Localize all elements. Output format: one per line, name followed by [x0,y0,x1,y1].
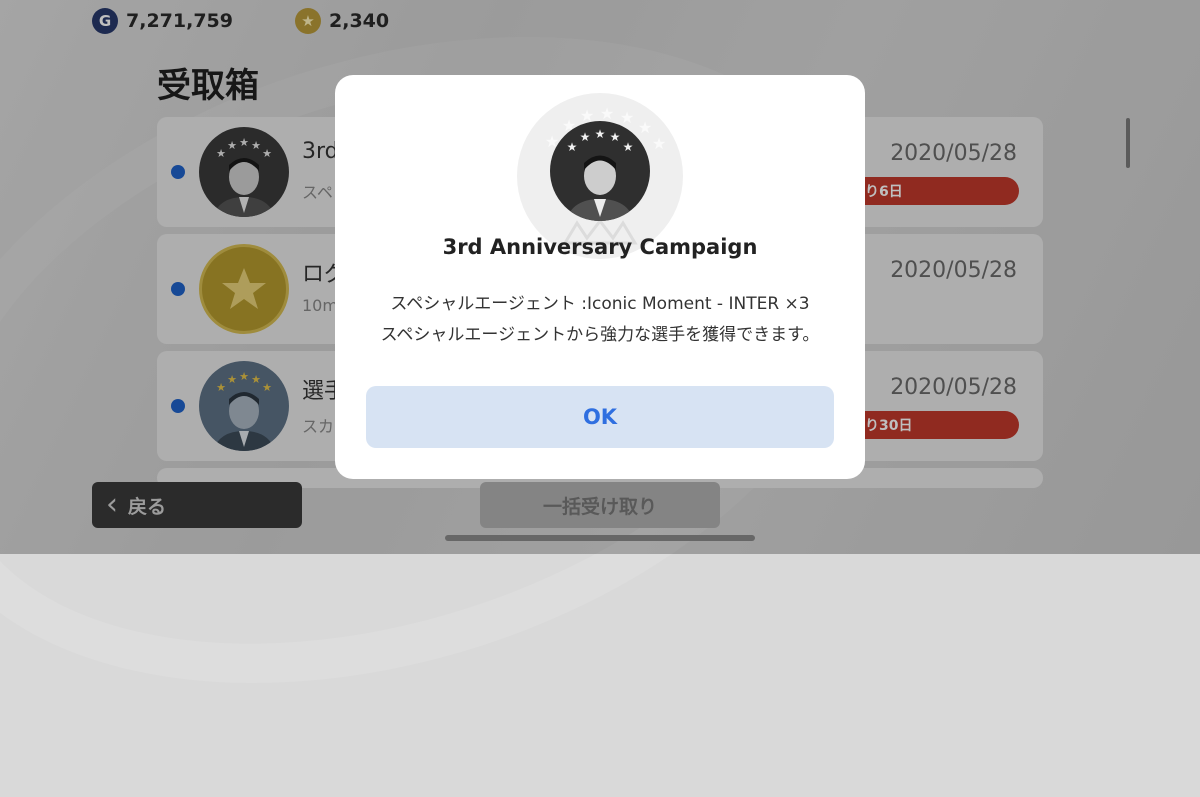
dialog-message-line: スペシャルエージェントから強力な選手を獲得できます。 [380,325,820,345]
svg-text:★: ★ [623,140,634,154]
svg-text:★: ★ [620,108,634,127]
player-portrait-icon: ★ ★ ★ ★ ★ [550,121,650,221]
svg-text:★: ★ [652,134,666,153]
dialog-title: 3rd Anniversary Campaign [442,235,758,259]
svg-text:★: ★ [567,140,578,154]
ok-button-label: OK [582,405,618,429]
ok-button[interactable]: OK [366,386,834,448]
svg-text:★: ★ [610,130,621,144]
reward-dialog: ★ ★ ★ ★ ★ ★ ★ ★ ★ ★ ★ ★ 3rd Anniversary Campaign ス… [335,75,865,479]
svg-text:★: ★ [595,127,606,141]
svg-text:★: ★ [580,130,591,144]
svg-text:★: ★ [638,118,652,137]
dialog-message-line: スペシャルエージェント :Iconic Moment - INTER ×3 [390,294,810,314]
dialog-message: スペシャルエージェント :Iconic Moment - INTER ×3 スペ… [335,289,865,351]
